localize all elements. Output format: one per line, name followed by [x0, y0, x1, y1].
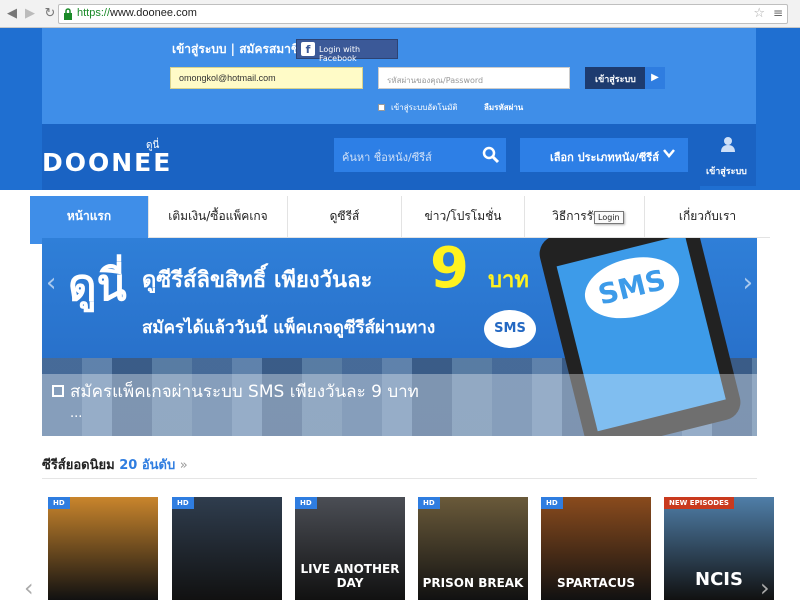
nav-topup[interactable]: เติมเงิน/ซื้อแพ็คเกจ [149, 196, 288, 238]
browser-toolbar: ◀ ▶ ↻ https://www.doonee.com ☆ ≡ [0, 0, 800, 28]
poster-title: PRISON BREAK [422, 576, 524, 590]
login-panel: เข้าสู่ระบบ | สมัครสมาชิก f Login with F… [42, 28, 756, 124]
play-arrow-icon: ▶ [645, 67, 665, 89]
chevron-down-icon [663, 149, 675, 158]
film-icon [52, 385, 64, 397]
address-bar[interactable]: https://www.doonee.com ☆ ≡ [58, 4, 788, 24]
facebook-icon: f [301, 42, 315, 56]
promo-banner[interactable]: ดูนี่ ดูซีรีส์ลิขสิทธิ์ เพียงวันละ 9 บาท… [42, 238, 757, 436]
login-band: เข้าสู่ระบบ | สมัครสมาชิก f Login with F… [0, 28, 800, 190]
url-text: https://www.doonee.com [77, 7, 197, 19]
poster-badge: HD [541, 497, 563, 509]
checkbox-icon [378, 104, 385, 111]
poster-card[interactable]: HD LIVE ANOTHER DAY [295, 497, 405, 600]
nav-home[interactable]: หน้าแรก [30, 196, 149, 244]
poster-badge: HD [295, 497, 317, 509]
login-tooltip: Login [594, 211, 624, 224]
poster-title: LIVE ANOTHER DAY [300, 562, 400, 590]
caption-ellipsis: ... [70, 406, 83, 421]
poster-badge: HD [48, 497, 70, 509]
main-nav: หน้าแรก เติมเงิน/ซื้อแพ็คเกจ ดูซีรีส์ ข่… [30, 196, 770, 244]
banner-subline: สมัครได้แล้ววันนี้ แพ็คเกจดูซีรีส์ผ่านทา… [142, 318, 436, 338]
nav-series[interactable]: ดูซีรีส์ [288, 196, 402, 238]
password-field[interactable]: รหัสผ่านของคุณ/Password [378, 67, 570, 89]
poster-card[interactable]: HD SPARTACUS [541, 497, 651, 600]
lock-icon [64, 8, 72, 20]
menu-icon[interactable]: ≡ [773, 6, 783, 20]
poster-badge: HD [418, 497, 440, 509]
carousel-next-icon[interactable]: › [760, 574, 770, 602]
category-dropdown[interactable]: เลือก ประเภทหนัง/ซีรีส์ [520, 138, 688, 172]
doonee-logo[interactable]: DOONEE ดูนี่ [42, 140, 172, 180]
poster-card[interactable]: HD [172, 497, 282, 600]
poster-card[interactable]: NEW EPISODES NCIS [664, 497, 774, 600]
poster-card[interactable]: HD [48, 497, 158, 600]
bookmark-star-icon[interactable]: ☆ [753, 6, 765, 21]
forgot-password-link[interactable]: ลืมรหัสผ่าน [484, 101, 523, 114]
banner-headline: ดูซีรีส์ลิขสิทธิ์ เพียงวันละ [142, 268, 373, 293]
login-title: เข้าสู่ระบบ | สมัครสมาชิก [172, 42, 307, 56]
section-title: ซีรีส์ยอดนิยม 20 อันดับ » [42, 454, 188, 475]
remember-me-checkbox[interactable]: เข้าสู่ระบบอัตโนมัติ [378, 101, 458, 114]
user-icon [721, 137, 735, 152]
section-count: 20 อันดับ [119, 458, 176, 473]
phone-sms-bubble: SMS [578, 247, 686, 328]
divider [42, 478, 757, 479]
nav-news[interactable]: ข่าว/โปรโมชั่น [402, 196, 525, 238]
poster-card[interactable]: HD PRISON BREAK [418, 497, 528, 600]
search-icon[interactable] [482, 146, 500, 164]
forward-icon[interactable]: ▶ [22, 6, 38, 22]
poster-title: SPARTACUS [556, 576, 636, 590]
search-input[interactable]: ค้นหา ชื่อหนัง/ซีรีส์ [334, 138, 506, 172]
poster-badge: HD [172, 497, 194, 509]
login-submit-button[interactable]: เข้าสู่ระบบ ▶ [585, 67, 665, 89]
back-icon[interactable]: ◀ [4, 6, 20, 22]
nav-about[interactable]: เกี่ยวกับเรา [645, 196, 770, 238]
banner-price: 9 [430, 238, 469, 301]
email-field[interactable]: omongkol@hotmail.com [170, 67, 363, 89]
site-header: DOONEE ดูนี่ ค้นหา ชื่อหนัง/ซีรีส์ เลือก… [42, 124, 700, 190]
reload-icon[interactable]: ↻ [42, 6, 58, 22]
poster-badge: NEW EPISODES [664, 497, 734, 509]
carousel-prev-icon[interactable]: ‹ [24, 574, 34, 602]
poster-title: NCIS [695, 569, 743, 590]
facebook-login-button[interactable]: f Login with Facebook [296, 39, 398, 63]
banner-brand: ดูนี่ [68, 260, 127, 311]
banner-unit: บาท [488, 268, 529, 293]
nav-how-to-watch[interactable]: วิธีการรับชม [525, 196, 645, 238]
banner-prev-icon[interactable]: ‹ [46, 268, 56, 298]
sms-badge: SMS [484, 310, 536, 348]
banner-next-icon[interactable]: › [743, 268, 753, 298]
section-more-icon[interactable]: » [180, 458, 188, 473]
user-login-button[interactable]: เข้าสู่ระบบ [700, 124, 756, 186]
banner-caption[interactable]: สมัครแพ็คเกจผ่านระบบ SMS เพียงวันละ 9 บา… [52, 378, 419, 405]
section-title-text: ซีรีส์ยอดนิยม [42, 458, 115, 473]
